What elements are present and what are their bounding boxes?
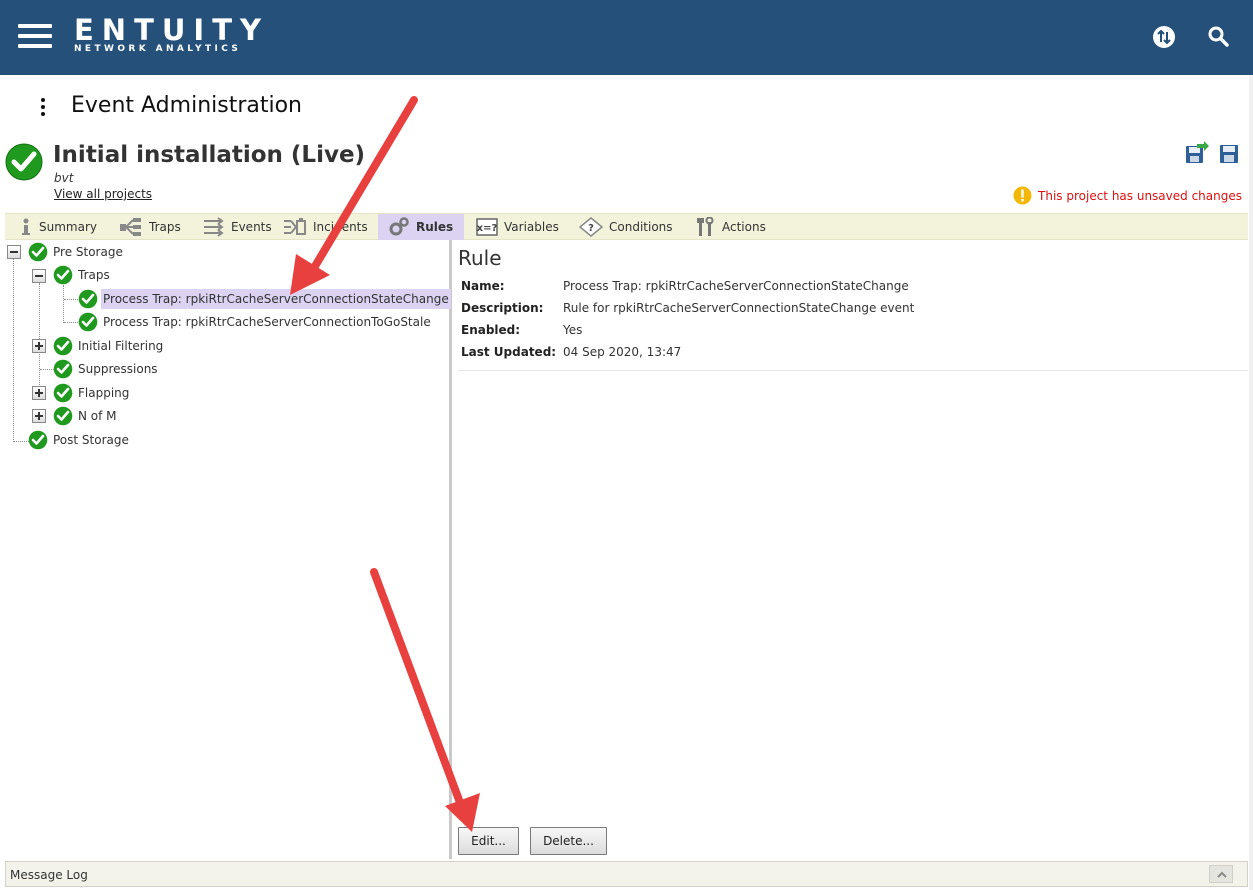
check-icon [53,406,73,426]
tab-conditions-label: Conditions [609,220,673,234]
tab-conditions[interactable]: ? Conditions [569,214,679,240]
rule-description-value: Rule for rpkiRtrCacheServerConnectionSta… [563,301,915,315]
check-icon [53,265,73,285]
more-options-icon[interactable] [38,96,48,118]
traps-icon [120,218,141,236]
detail-title: Rule [458,246,502,270]
top-bar: ENTUITY NETWORK ANALYTICS [0,0,1253,75]
rule-enabled-value: Yes [563,323,583,337]
incidents-icon [284,218,306,235]
unsaved-changes-text: This project has unsaved changes [1038,188,1242,203]
rule-name-value: Process Trap: rpkiRtrCacheServerConnecti… [563,279,909,293]
tree-label-traps: Traps [78,268,110,282]
tree-node-flapping[interactable]: Flapping [53,382,131,404]
tab-events[interactable]: Events [193,214,273,240]
tree-label-initial-filtering: Initial Filtering [78,339,164,353]
tree-node-n-of-m[interactable]: N of M [53,405,119,427]
variable-icon: x=? [476,218,498,236]
tab-variables[interactable]: x=? Variables [466,214,566,240]
check-icon [28,242,48,262]
brand-subtitle: NETWORK ANALYTICS [74,44,242,54]
project-subtitle: bvt [54,171,74,185]
check-icon [28,430,48,450]
expand-initial-filtering[interactable] [32,339,46,353]
tab-incidents[interactable]: Incidents [273,214,377,240]
tree-label-n-of-m: N of M [78,409,117,423]
detail-divider [458,370,1248,371]
tree-label-flapping: Flapping [78,386,130,400]
tree-label-trap-rule-state-change: Process Trap: rpkiRtrCacheServerConnecti… [101,289,451,309]
save-icon[interactable] [1220,145,1238,163]
expand-n-of-m[interactable] [32,409,46,423]
tree-node-post-storage[interactable]: Post Storage [28,429,131,451]
window-scrollbar[interactable] [1249,75,1253,890]
rule-updated-label: Last Updated: [461,345,557,359]
tab-events-label: Events [231,220,272,234]
chevron-up-icon[interactable] [1209,865,1233,883]
expand-flapping[interactable] [32,386,46,400]
rule-updated-value: 04 Sep 2020, 13:47 [563,345,682,359]
rule-detail-panel: Rule Name: Process Trap: rpkiRtrCacheSer… [455,240,1248,859]
tab-summary-label: Summary [39,220,97,234]
warning-icon [1013,186,1032,205]
tree-label-post-storage: Post Storage [53,433,129,447]
tab-bar: Summary Traps Events Incidents Rules x=?… [5,213,1248,240]
svg-text:?: ? [588,223,594,234]
rule-enabled-label: Enabled: [461,323,521,337]
tree-node-initial-filtering[interactable]: Initial Filtering [53,335,165,357]
tree-node-trap-rule-go-stale[interactable]: Process Trap: rpkiRtrCacheServerConnecti… [78,311,433,333]
tab-actions-label: Actions [722,220,766,234]
condition-icon: ? [579,217,603,237]
message-log-bar[interactable]: Message Log [5,861,1248,887]
page-title: Event Administration [71,93,302,118]
tab-variables-label: Variables [504,220,559,234]
brand-name: ENTUITY [74,13,269,47]
edit-button[interactable]: Edit... [458,827,519,855]
info-icon [22,218,30,235]
tree-label-trap-rule-go-stale: Process Trap: rpkiRtrCacheServerConnecti… [103,315,431,329]
project-title: Initial installation (Live) [53,142,366,168]
tab-rules-label: Rules [416,220,454,234]
tree-label-pre-storage: Pre Storage [53,245,123,259]
tree-node-suppressions[interactable]: Suppressions [53,358,160,380]
delete-button[interactable]: Delete... [530,827,607,855]
save-as-icon[interactable] [1186,141,1209,163]
project-status-icon [5,143,43,184]
switch-icon[interactable] [1151,24,1177,50]
view-all-projects-link[interactable]: View all projects [54,187,152,201]
brand-logo: ENTUITY NETWORK ANALYTICS [74,14,269,54]
tab-traps[interactable]: Traps [109,214,193,240]
tab-summary[interactable]: Summary [9,214,109,240]
unsaved-changes-warning: This project has unsaved changes [1013,186,1242,205]
tab-actions[interactable]: Actions [686,214,776,240]
check-icon [78,289,98,309]
tree-label-suppressions: Suppressions [78,362,158,376]
rule-name-label: Name: [461,279,505,293]
check-icon [78,312,98,332]
collapse-pre-storage[interactable] [7,245,21,259]
tree-node-trap-rule-state-change[interactable]: Process Trap: rpkiRtrCacheServerConnecti… [78,288,451,310]
project-save-toolbar [1185,141,1241,165]
tab-rules[interactable]: Rules [378,214,464,240]
app-window: ENTUITY NETWORK ANALYTICS Event Administ… [0,0,1253,890]
tree-node-traps[interactable]: Traps [53,264,112,286]
check-icon [53,336,73,356]
search-icon[interactable] [1206,24,1232,50]
gears-icon [389,217,409,236]
menu-icon[interactable] [18,24,52,48]
rule-description-label: Description: [461,301,544,315]
message-log-label: Message Log [10,868,88,882]
tab-traps-label: Traps [149,220,181,234]
check-icon [53,383,73,403]
collapse-traps[interactable] [32,269,46,283]
tree-node-pre-storage[interactable]: Pre Storage [28,241,125,263]
check-icon [53,359,73,379]
tab-incidents-label: Incidents [313,220,368,234]
tools-icon [697,217,714,236]
rules-tree: Pre Storage Traps Process Trap: rpkiRtrC… [5,240,452,859]
svg-text:x=?: x=? [477,223,498,234]
events-icon [204,217,224,237]
